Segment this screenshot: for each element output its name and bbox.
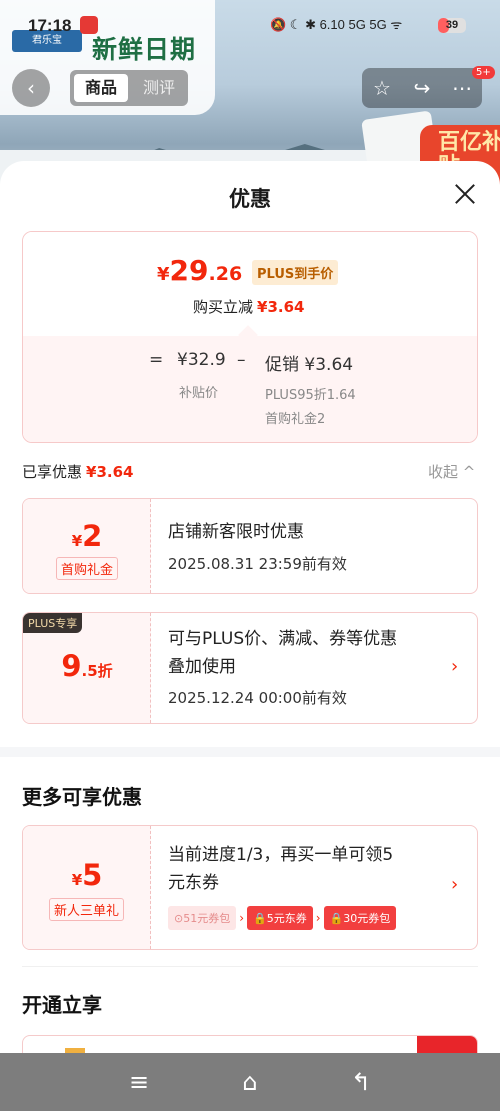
top-tabs: 商品 测评 [70,70,188,106]
price-breakdown: ¥29.26 PLUS到手价 购买立减 ¥3.64 = ¥32.9 补贴价 – 促… [22,231,478,443]
promo-detail-first: 首购礼金2 [265,412,326,427]
section-divider [0,747,500,757]
coupon-tag: 首购礼金 [56,557,119,580]
coupon-amount: ¥2 [71,519,103,553]
menu-icon[interactable]: ≡ [124,1067,154,1097]
open-benefit-title: 开通立享 [22,993,102,1017]
battery-icon: 39 [438,18,466,33]
open-button[interactable] [417,1036,477,1053]
chip-coupon-pack-51: ⊙51元券包 [168,906,237,930]
open-plus-card[interactable] [22,1035,478,1053]
tab-product[interactable]: 商品 [74,74,128,102]
top-nav: ‹ 商品 测评 ☆ ↪ ⋯ 5+ [0,66,500,108]
chevron-right-icon: › [451,656,459,677]
coupon-title-line2: 叠加使用 [168,657,236,677]
status-time: 17:18 [28,16,72,35]
action-bar: ☆ ↪ ⋯ [362,68,482,108]
chevron-right-icon: › [451,874,459,895]
coupon-card-newbie[interactable]: ¥5 新人三单礼 当前进度1/3，再买一单可领5 元东券 › ⊙51元券包 › 🔒5… [22,825,478,950]
coupon-amount: ¥5 [71,858,103,892]
close-icon[interactable] [450,179,480,209]
plus-price-tag: PLUS到手价 [252,260,339,285]
enjoyed-discount: 已享优惠 ¥3.64 [22,463,134,481]
share-icon[interactable]: ↪ [402,68,442,108]
formula-equals: = [149,350,164,370]
coupon-discount: 9.5折 [61,649,113,683]
system-nav-bar: ≡ ⌂ ↰ [0,1053,500,1111]
purchase-reduction: 购买立减 ¥3.64 [193,298,305,316]
progress-text-line1: 当前进度1/3，再买一单可领5 [168,845,394,865]
chip-coupon-pack-30: 🔒30元券包 [323,906,397,930]
promo-detail-plus: PLUS95折1.64 [265,388,356,403]
coupon-date: 2025.12.24 00:00前有效 [168,689,347,707]
home-icon[interactable]: ⌂ [235,1067,265,1097]
collapse-toggle[interactable]: 收起 ^ [428,461,475,482]
back-icon[interactable]: ↰ [346,1067,376,1097]
star-icon[interactable]: ☆ [362,68,402,108]
subsidy-price-label: 补贴价 [179,386,219,401]
coupon-tag: 新人三单礼 [49,898,125,921]
coupon-date: 2025.08.31 23:59前有效 [168,555,347,573]
chip-jd-coupon-5: 🔒5元东券 [247,906,313,930]
status-indicators: 🔕 ☾ ✱ 6.10 5G 5G ᯤ [270,17,403,32]
promo-amount: 促销 ¥3.64 [265,355,354,375]
chevron-icon: › [239,911,245,925]
chevron-icon: › [315,911,321,925]
plus-exclusive-tag: PLUS专享 [23,613,83,633]
coupon-card-new-customer[interactable]: ¥2 首购礼金 店铺新客限时优惠 2025.08.31 23:59前有效 [22,498,478,594]
more-discounts-title: 更多可享优惠 [22,785,142,809]
final-price: ¥29.26 [157,254,243,287]
back-button[interactable]: ‹ [12,69,50,107]
formula-minus: – [237,350,246,370]
coupon-card-plus[interactable]: PLUS专享 9.5折 可与PLUS价、满减、券等优惠 叠加使用 2025.12… [22,612,478,724]
app-notification-icon [80,16,98,34]
chevron-left-icon: ‹ [27,76,35,100]
progress-chips: ⊙51元券包 › 🔒5元东券 › 🔒30元券包 [168,906,397,930]
coupon-title: 店铺新客限时优惠 [168,522,304,542]
discount-sheet: 优惠 ¥29.26 PLUS到手价 购买立减 ¥3.64 = ¥32.9 补贴价 … [0,161,500,1053]
subsidy-price: ¥32.9 [177,350,226,370]
divider [22,966,478,967]
progress-text-line2: 元东券 [168,873,219,893]
tab-review[interactable]: 测评 [132,74,186,102]
coupon-title-line1: 可与PLUS价、满减、券等优惠 [168,629,398,649]
status-bar: 17:18 🔕 ☾ ✱ 6.10 5G 5G ᯤ 39 [0,0,500,36]
sheet-title: 优惠 [229,187,271,211]
notification-badge: 5+ [472,66,495,79]
